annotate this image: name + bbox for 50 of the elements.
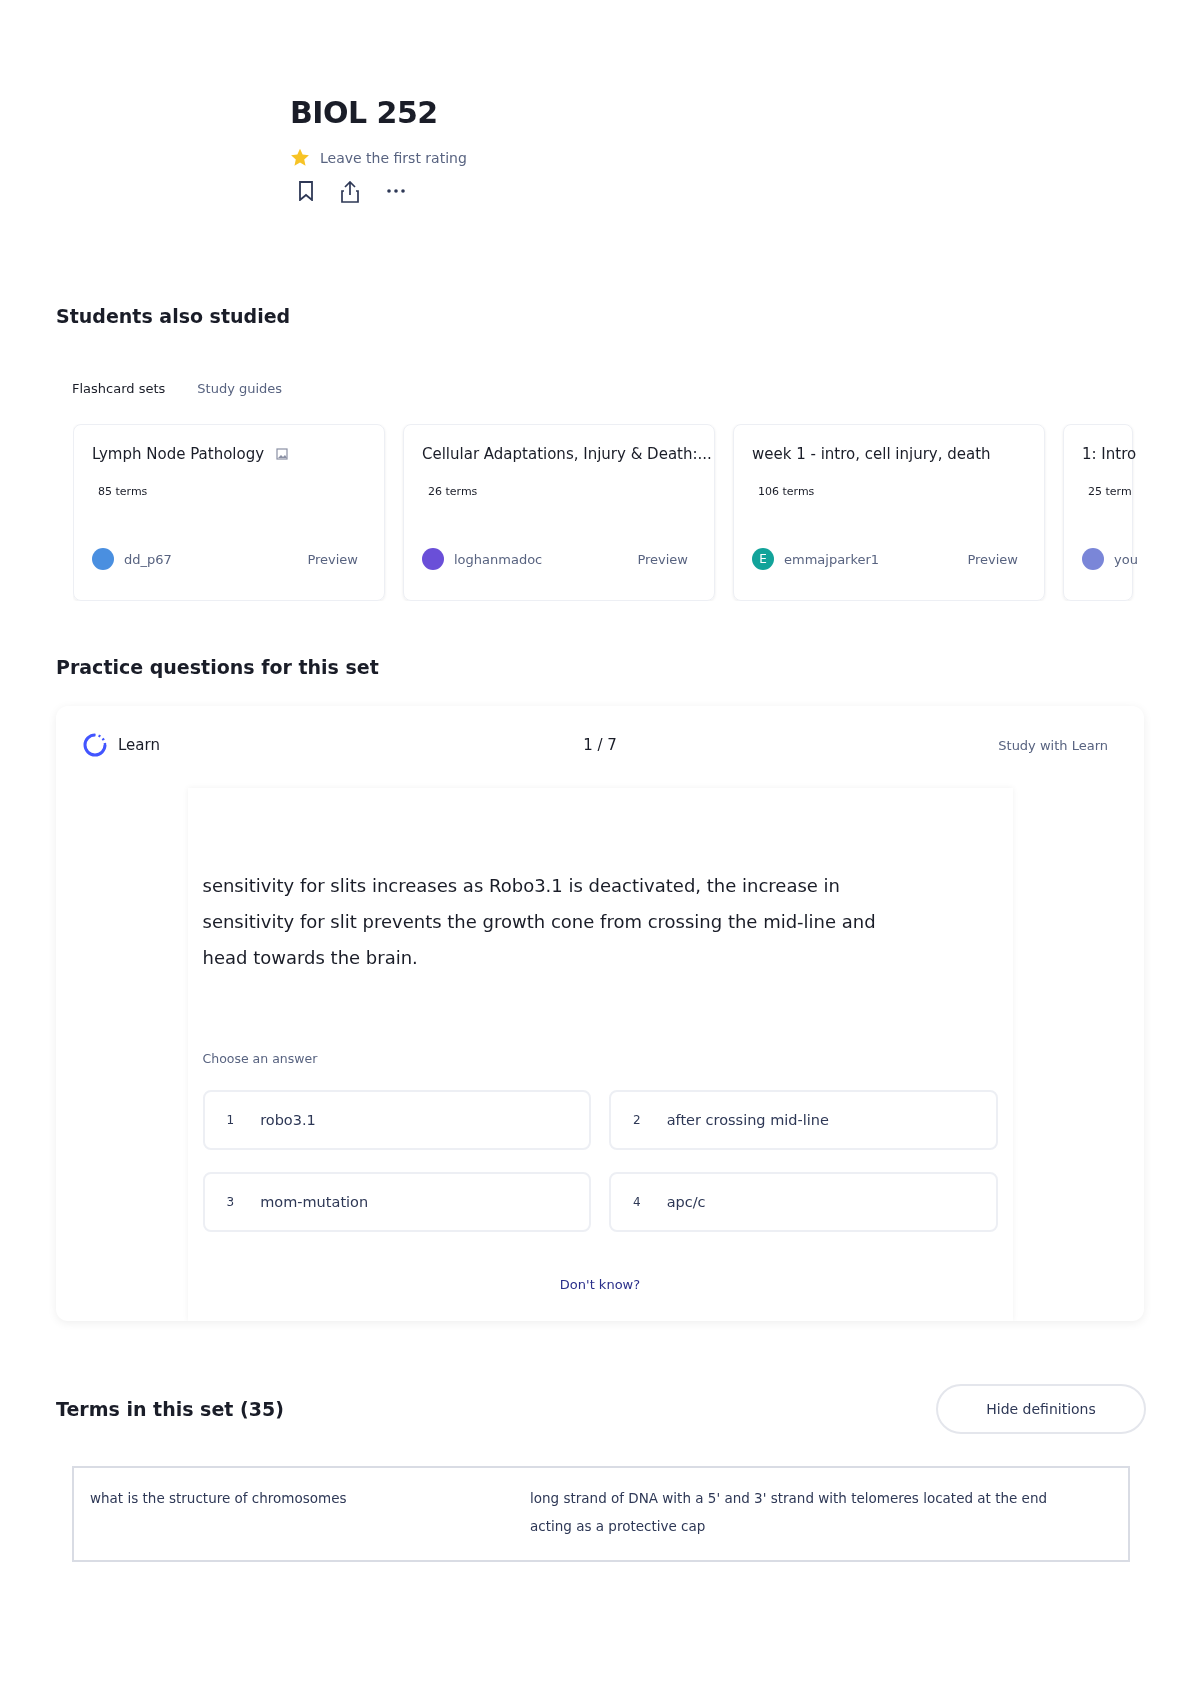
definition-text: long strand of DNA with a 5' and 3' strand with telomeres located at the end acting as a protective cap [530, 1489, 1049, 1536]
preview-link[interactable]: Preview [307, 551, 358, 567]
tab[interactable]: Flashcard sets [72, 377, 166, 400]
term-count: 85 terms [98, 485, 149, 498]
avatar-letter: E [752, 548, 774, 570]
author-name: emmajparker1 [784, 551, 880, 567]
image-icon [276, 448, 289, 460]
rating-link[interactable]: Leave the first rating [320, 149, 467, 166]
section-heading: Terms in this set (35) [56, 1398, 284, 1420]
option-number: 2 [633, 1113, 641, 1127]
section-heading: Practice questions for this set [56, 656, 380, 678]
option-number: 1 [226, 1113, 235, 1127]
flashcard-set-card[interactable]: week 1 - intro, cell injury, death 106 terms E emmajparker1 Preview [733, 424, 1045, 601]
term-text: what is the structure of chromosomes [90, 1489, 348, 1508]
set-title: BIOL 252 [290, 95, 439, 130]
flashcard-set-card[interactable]: Cellular Adaptations, Injury & Death:... 26 terms loghanmadoc Preview [403, 424, 715, 601]
author-name: dd_p67 [124, 551, 172, 567]
study-link[interactable]: Study with Learn [998, 737, 1108, 753]
option-number: 4 [633, 1195, 641, 1209]
star-icon [290, 148, 310, 167]
term-count: 106 terms [758, 485, 816, 498]
learn-icon [82, 732, 108, 758]
set-title: Cellular Adaptations, Injury & Death:... [422, 445, 712, 463]
preview-link[interactable]: Preview [637, 551, 688, 567]
tab[interactable]: Study guides [197, 377, 283, 400]
dont-know-link[interactable]: Don't know? [553, 1276, 647, 1293]
term-count: 26 terms [428, 485, 479, 498]
section-heading: Students also studied [56, 305, 292, 327]
answer-option[interactable]: 1 robo3.1 [202, 1090, 591, 1150]
hide-definitions-button[interactable]: Hide definitions [936, 1384, 1146, 1434]
bookmark-icon[interactable] [298, 181, 314, 201]
option-number: 3 [226, 1195, 235, 1209]
set-title: Lymph Node Pathology [92, 445, 265, 463]
option-text: robo3.1 [260, 1112, 316, 1128]
answer-prompt: Choose an answer [202, 1051, 319, 1066]
option-text: after crossing mid-line [666, 1112, 829, 1128]
author-name: loghanmadoc [454, 551, 543, 567]
set-title: week 1 - intro, cell injury, death [752, 445, 991, 463]
question-counter: 1 / 7 [583, 736, 617, 754]
flashcard-set-card[interactable]: Lymph Node Pathology 85 terms dd_p67 Preview [73, 424, 385, 601]
answer-option[interactable]: 4 apc/c [609, 1172, 998, 1232]
preview-link[interactable]: Preview [967, 551, 1018, 567]
option-text: apc/c [666, 1194, 706, 1210]
share-icon[interactable] [340, 181, 360, 203]
question-text: sensitivity for slits increases as Robo3.1 is deactivated, the increase in sensitivity for slit prevents the growth cone from crossing the mid-line and head towards the brain. [202, 874, 877, 970]
term-count: 25 term [1088, 485, 1132, 498]
option-text: mom-mutation [260, 1194, 369, 1210]
answer-option[interactable]: 2 after crossing mid-line [609, 1090, 998, 1150]
mode-label: Learn [118, 736, 160, 754]
answer-option[interactable]: 3 mom-mutation [202, 1172, 591, 1232]
